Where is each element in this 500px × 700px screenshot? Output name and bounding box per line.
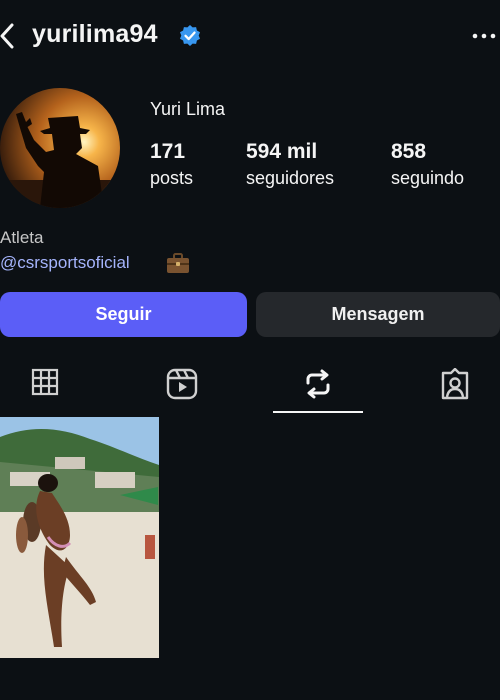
beach-photo [0,417,159,658]
followers-label: seguidores [246,168,335,188]
tab-reposts[interactable] [273,358,363,416]
bio-category: Atleta [0,228,44,247]
posts-count: 171 [150,140,186,163]
followers-count: 594 mil [246,140,318,163]
stat-posts[interactable]: 171 posts [150,140,193,189]
stat-following[interactable]: 858 seguindo [391,140,464,189]
avatar-image [0,88,120,208]
post-thumbnail[interactable] [0,417,159,658]
active-tab-indicator [273,411,363,413]
reels-icon [166,368,198,400]
chevron-left-icon[interactable] [0,22,16,50]
profile-username: yurilima94 [32,20,158,48]
tab-tagged[interactable] [410,358,500,416]
follow-button[interactable]: Seguir [0,292,247,337]
display-name: Yuri Lima [150,99,226,119]
more-horizontal-icon[interactable] [470,22,498,50]
tagged-icon [441,368,469,400]
briefcase-icon [167,253,189,273]
following-label: seguindo [391,168,465,188]
tab-reels[interactable] [137,358,227,416]
reposts-icon [306,369,330,399]
message-button[interactable]: Mensagem [256,292,500,337]
grid-icon [31,368,59,396]
tab-posts-grid[interactable] [0,358,90,416]
verified-badge-icon [180,25,200,46]
stat-followers[interactable]: 594 mil seguidores [246,140,334,189]
top-bar: yurilima94 [0,0,500,70]
profile-avatar[interactable] [0,88,120,208]
bio-mention-link[interactable]: @csrsportsoficial [0,253,130,273]
posts-label: posts [150,168,194,188]
profile-tabs [0,358,500,416]
following-count: 858 [391,140,427,163]
